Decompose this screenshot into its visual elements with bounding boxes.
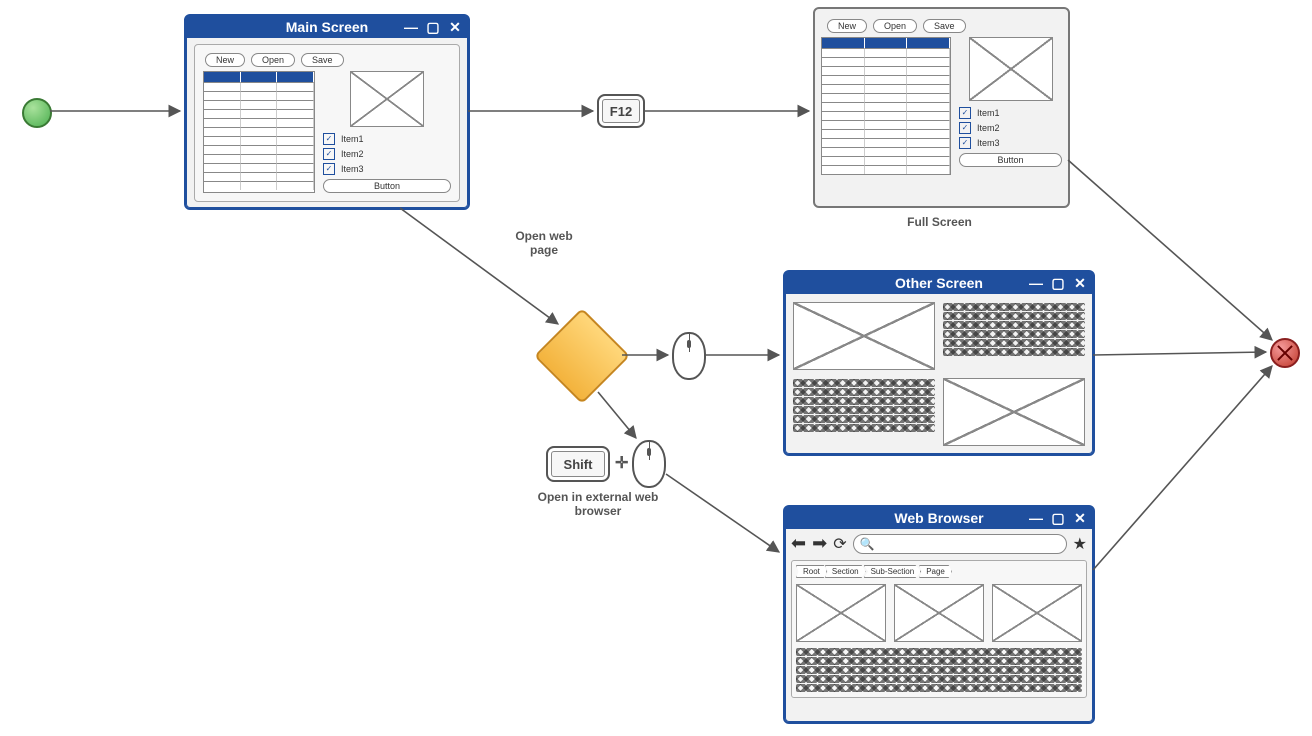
main-screen-title: Main Screen <box>286 19 368 35</box>
check-label: Item2 <box>977 123 1000 133</box>
image-placeholder <box>969 37 1053 101</box>
caption-full-screen: Full Screen <box>813 215 1066 229</box>
check-label: Item1 <box>977 108 1000 118</box>
key-f12-label: F12 <box>610 104 632 119</box>
crumb-item[interactable]: Page <box>919 565 952 578</box>
btn-generic[interactable]: Button <box>959 153 1062 167</box>
minimize-icon[interactable]: — <box>402 18 420 36</box>
star-icon[interactable]: ★ <box>1073 534 1087 554</box>
end-node <box>1270 338 1300 368</box>
text-placeholder <box>943 302 1085 370</box>
maximize-icon[interactable]: ▢ <box>1049 509 1067 527</box>
reload-icon[interactable]: ⟳ <box>833 534 846 554</box>
plus-icon: ✛ <box>615 453 628 473</box>
btn-open[interactable]: Open <box>873 19 917 33</box>
checkbox-icon[interactable]: ✓ <box>323 163 335 175</box>
other-screen-title: Other Screen <box>895 275 983 291</box>
crumb-item[interactable]: Sub-Section <box>864 565 922 578</box>
image-placeholder <box>943 378 1085 446</box>
window-full-screen: New Open Save ✓ Item1 <box>813 7 1070 208</box>
btn-new[interactable]: New <box>205 53 245 67</box>
main-table <box>203 71 315 193</box>
checkbox-icon[interactable]: ✓ <box>323 133 335 145</box>
text-placeholder <box>796 648 1082 692</box>
close-icon[interactable]: ✕ <box>1071 274 1089 292</box>
check-label: Item3 <box>977 138 1000 148</box>
btn-generic[interactable]: Button <box>323 179 451 193</box>
key-shift-label: Shift <box>564 457 593 472</box>
mouse-icon-shift-click <box>632 440 666 488</box>
checkbox-icon[interactable]: ✓ <box>323 148 335 160</box>
search-icon: 🔍 <box>860 537 875 551</box>
checkbox-icon[interactable]: ✓ <box>959 107 971 119</box>
check-label: Item1 <box>341 134 364 144</box>
image-placeholder <box>992 584 1082 642</box>
minimize-icon[interactable]: — <box>1027 274 1045 292</box>
window-other-screen: Other Screen — ▢ ✕ <box>783 270 1095 456</box>
edge-label-open-external: Open in external web browser <box>518 490 678 519</box>
btn-new[interactable]: New <box>827 19 867 33</box>
image-placeholder <box>793 302 935 370</box>
full-toolbar: New Open Save <box>821 15 1062 37</box>
mouse-icon-click <box>672 332 706 380</box>
text-placeholder <box>793 378 935 446</box>
image-placeholder <box>350 71 424 127</box>
decision-node <box>534 308 630 404</box>
crumb-item[interactable]: Root <box>796 565 827 578</box>
maximize-icon[interactable]: ▢ <box>424 18 442 36</box>
image-placeholder <box>894 584 984 642</box>
edge-label-open-web-page: Open web page <box>494 229 594 258</box>
check-label: Item2 <box>341 149 364 159</box>
btn-save[interactable]: Save <box>923 19 966 33</box>
close-icon[interactable]: ✕ <box>446 18 464 36</box>
close-icon[interactable]: ✕ <box>1071 509 1089 527</box>
checkbox-icon[interactable]: ✓ <box>959 137 971 149</box>
window-main-screen: Main Screen — ▢ ✕ New Open Save <box>184 14 470 210</box>
window-web-browser: Web Browser — ▢ ✕ ⬅ ➡ ⟳ 🔍 ★ Root Section… <box>783 505 1095 724</box>
key-f12: F12 <box>597 94 645 128</box>
maximize-icon[interactable]: ▢ <box>1049 274 1067 292</box>
back-icon[interactable]: ⬅ <box>791 533 806 554</box>
check-label: Item3 <box>341 164 364 174</box>
forward-icon[interactable]: ➡ <box>812 533 827 554</box>
image-placeholder <box>796 584 886 642</box>
btn-open[interactable]: Open <box>251 53 295 67</box>
full-table <box>821 37 951 175</box>
start-node <box>22 98 52 128</box>
btn-save[interactable]: Save <box>301 53 344 67</box>
checkbox-icon[interactable]: ✓ <box>959 122 971 134</box>
minimize-icon[interactable]: — <box>1027 509 1045 527</box>
key-shift: Shift <box>546 446 610 482</box>
main-toolbar: New Open Save <box>199 49 455 71</box>
crumb-item[interactable]: Section <box>825 565 866 578</box>
web-browser-title: Web Browser <box>894 510 983 526</box>
breadcrumb: Root Section Sub-Section Page <box>796 565 1082 578</box>
